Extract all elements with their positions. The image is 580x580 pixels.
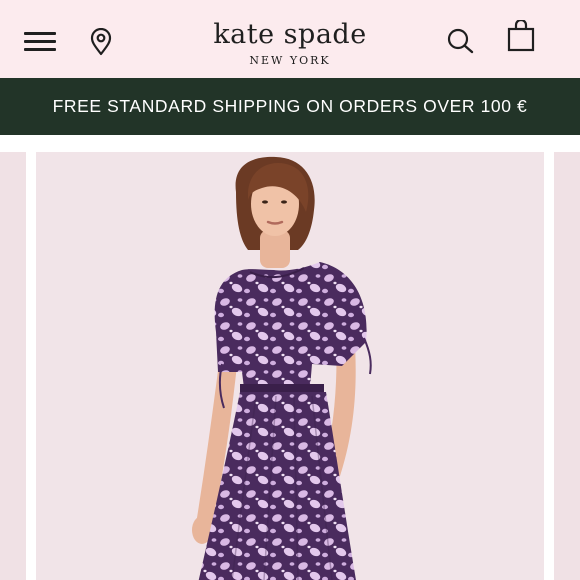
shopping-bag-button[interactable] <box>506 18 536 52</box>
site-header: kate spade NEW YORK <box>0 0 580 78</box>
carousel-slide-previous[interactable] <box>0 152 26 580</box>
promo-banner[interactable]: FREE STANDARD SHIPPING ON ORDERS OVER 10… <box>0 78 580 135</box>
menu-icon-bar <box>24 32 56 35</box>
brand-logo[interactable]: kate spade NEW YORK <box>190 18 390 67</box>
brand-name: kate spade <box>213 19 367 50</box>
product-image <box>192 156 372 580</box>
carousel-slide-current[interactable] <box>36 152 544 580</box>
location-pin-icon <box>90 27 112 56</box>
shopping-bag-icon <box>507 18 535 52</box>
menu-icon-bar <box>24 48 56 51</box>
carousel-slide-next[interactable] <box>554 152 580 580</box>
brand-city: NEW YORK <box>249 54 331 67</box>
promo-banner-text: FREE STANDARD SHIPPING ON ORDERS OVER 10… <box>52 96 528 116</box>
menu-icon-bar <box>24 40 56 43</box>
search-icon <box>447 28 474 54</box>
store-locator-button[interactable] <box>90 27 112 56</box>
product-carousel[interactable] <box>0 152 580 580</box>
menu-button[interactable] <box>24 30 58 54</box>
search-button[interactable] <box>446 28 476 54</box>
